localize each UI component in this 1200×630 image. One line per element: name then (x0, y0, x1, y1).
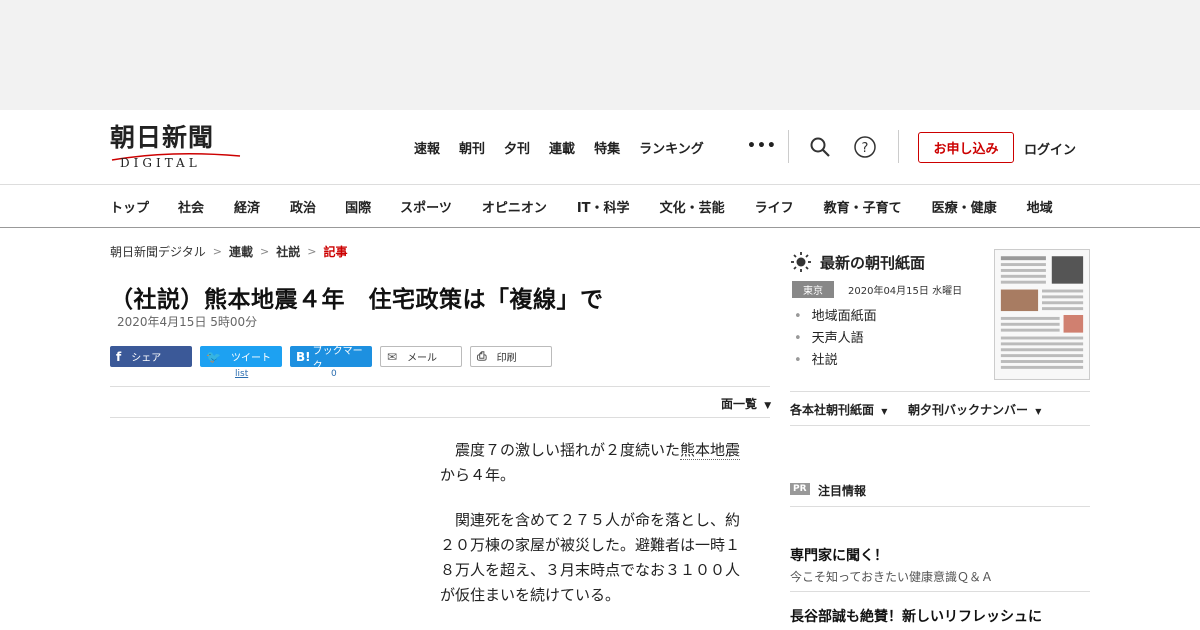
breadcrumb-current: 記事 (323, 245, 348, 259)
divider (790, 506, 1090, 507)
nav-item-morning[interactable]: 朝刊 (459, 138, 485, 157)
divider (790, 591, 1090, 592)
article-paragraph: 関連死を含めて２７５人が命を落とし、約２０万棟の家屋が被災した。避難者は一時１８… (440, 511, 741, 604)
logo-sub-text: DIGITAL (120, 156, 201, 170)
article-date: 2020年4月15日 5時00分 (117, 315, 258, 329)
paper-links: 地域面紙面 天声人語 社説 (794, 306, 877, 372)
page-list-label: 面一覧 (721, 397, 758, 411)
svg-text:?: ? (862, 141, 869, 156)
chevron-down-icon: ▼ (764, 401, 772, 411)
print-label: 印刷 (496, 353, 517, 364)
help-icon[interactable]: ? (853, 135, 877, 159)
facebook-icon: f (116, 349, 122, 364)
category-nav: トップ 社会 経済 政治 国際 スポーツ オピニオン IT・科学 文化・芸能 ラ… (0, 184, 1200, 228)
regional-edition-dropdown[interactable]: 各本社朝刊紙面 ▼ (790, 401, 887, 418)
back-number-dropdown[interactable]: 朝夕刊バックナンバー ▼ (908, 401, 1041, 418)
article-body: 震度７の激しい揺れが２度続いた熊本地震から４年。 関連死を含めて２７５人が命を落… (440, 438, 752, 628)
category-education[interactable]: 教育・子育て (824, 197, 902, 216)
ad-banner-area (0, 0, 1200, 110)
page-list-toggle[interactable]: 面一覧 ▼ (721, 395, 771, 412)
keyword-link[interactable]: 熊本地震 (680, 441, 741, 460)
nav-item-features[interactable]: 特集 (594, 138, 620, 157)
chevron-down-icon: ▼ (1035, 407, 1042, 416)
breadcrumb-separator: > (212, 245, 222, 258)
list-item-editorial[interactable]: 社説 (794, 350, 877, 372)
twitter-share-label: ツイート (230, 353, 271, 364)
more-menu-icon[interactable]: ••• (747, 138, 777, 154)
login-link[interactable]: ログイン (1024, 139, 1076, 158)
paragraph-text: 震度７の激しい揺れが２度続いた (455, 441, 681, 459)
breadcrumb-separator: > (307, 245, 317, 258)
chevron-down-icon: ▼ (881, 407, 888, 416)
promo-headline[interactable]: 長谷部誠も絶賛！新しいリフレッシュに (790, 606, 1042, 626)
facebook-share-label: シェア (131, 353, 162, 364)
category-international[interactable]: 国際 (345, 197, 371, 216)
pr-section-title: 注目情報 (818, 484, 867, 498)
facebook-share-button[interactable]: f シェア (110, 346, 192, 367)
subscribe-button[interactable]: お申し込み (918, 132, 1014, 163)
list-item-regional[interactable]: 地域面紙面 (794, 306, 877, 328)
asahi-logo[interactable]: 朝日新聞 DIGITAL (110, 124, 245, 172)
breadcrumb-separator: > (260, 245, 270, 258)
mail-share-button[interactable]: ✉ メール (380, 346, 462, 367)
category-opinion[interactable]: オピニオン (482, 197, 547, 216)
breadcrumb-editorial[interactable]: 社説 (276, 243, 300, 260)
print-icon: ⎙ (477, 349, 487, 363)
print-button[interactable]: ⎙ 印刷 (470, 346, 552, 367)
hatena-bookmark-button[interactable]: B! ブックマーク (290, 346, 372, 372)
dropdown-label: 朝夕刊バックナンバー (908, 403, 1029, 417)
edition-date: 2020年04月15日 水曜日 (848, 286, 963, 297)
category-sports[interactable]: スポーツ (400, 197, 452, 216)
category-health[interactable]: 医療・健康 (932, 197, 997, 216)
promo-headline[interactable]: 専門家に聞く！ (790, 545, 888, 565)
category-top[interactable]: トップ (110, 197, 149, 216)
promo-subtext[interactable]: 今こそ知っておきたい健康意識Ｑ＆Ａ (790, 568, 993, 585)
header-divider (898, 130, 899, 163)
edition-tag: 東京 (792, 281, 834, 298)
dropdown-label: 各本社朝刊紙面 (790, 403, 875, 417)
nav-item-series[interactable]: 連載 (549, 138, 575, 157)
nav-item-breaking[interactable]: 速報 (414, 138, 440, 157)
header-divider (788, 130, 789, 163)
hatena-count[interactable]: 0 (331, 369, 337, 379)
hatena-bookmark-icon: B! (296, 349, 311, 364)
twitter-bird-icon: 🐦 (206, 349, 221, 364)
search-icon[interactable] (808, 135, 832, 159)
category-life[interactable]: ライフ (755, 197, 794, 216)
hatena-bookmark-label: ブックマーク (312, 345, 363, 372)
twitter-count-link[interactable]: list (235, 369, 248, 379)
nav-item-ranking[interactable]: ランキング (639, 138, 704, 157)
top-nav: 速報 朝刊 夕刊 連載 特集 ランキング (414, 138, 723, 157)
divider (110, 386, 770, 387)
logo-main-text: 朝日新聞 (110, 123, 215, 152)
nav-item-evening[interactable]: 夕刊 (504, 138, 530, 157)
category-society[interactable]: 社会 (178, 197, 204, 216)
newspaper-thumbnail[interactable] (994, 249, 1090, 380)
article-title: （社説）熊本地震４年 住宅政策は「複線」で (110, 287, 604, 313)
site-header: 朝日新聞 DIGITAL 速報 朝刊 夕刊 連載 特集 ランキング ••• ? … (0, 110, 1200, 184)
divider (110, 417, 770, 418)
category-region[interactable]: 地域 (1027, 197, 1053, 216)
mail-icon: ✉ (387, 349, 398, 364)
category-economy[interactable]: 経済 (234, 197, 260, 216)
breadcrumb-series[interactable]: 連載 (229, 243, 253, 260)
latest-paper-title[interactable]: 最新の朝刊紙面 (820, 252, 925, 273)
category-culture[interactable]: 文化・芸能 (660, 197, 725, 216)
category-politics[interactable]: 政治 (290, 197, 316, 216)
divider (790, 391, 1090, 392)
category-it-science[interactable]: IT・科学 (577, 197, 630, 216)
twitter-share-button[interactable]: 🐦 ツイート (200, 346, 282, 367)
breadcrumb: 朝日新聞デジタル > 連載 > 社説 > 記事 (110, 243, 347, 260)
breadcrumb-home[interactable]: 朝日新聞デジタル (110, 243, 206, 260)
pr-badge: PR (790, 483, 810, 495)
sun-icon (791, 252, 811, 272)
article-paragraph: 震度７の激しい揺れが２度続いた熊本地震から４年。 (440, 438, 752, 488)
list-item-tenseijingo[interactable]: 天声人語 (794, 328, 877, 350)
paragraph-text: から４年。 (440, 466, 516, 484)
divider (790, 425, 1090, 426)
mail-share-label: メール (407, 353, 438, 364)
